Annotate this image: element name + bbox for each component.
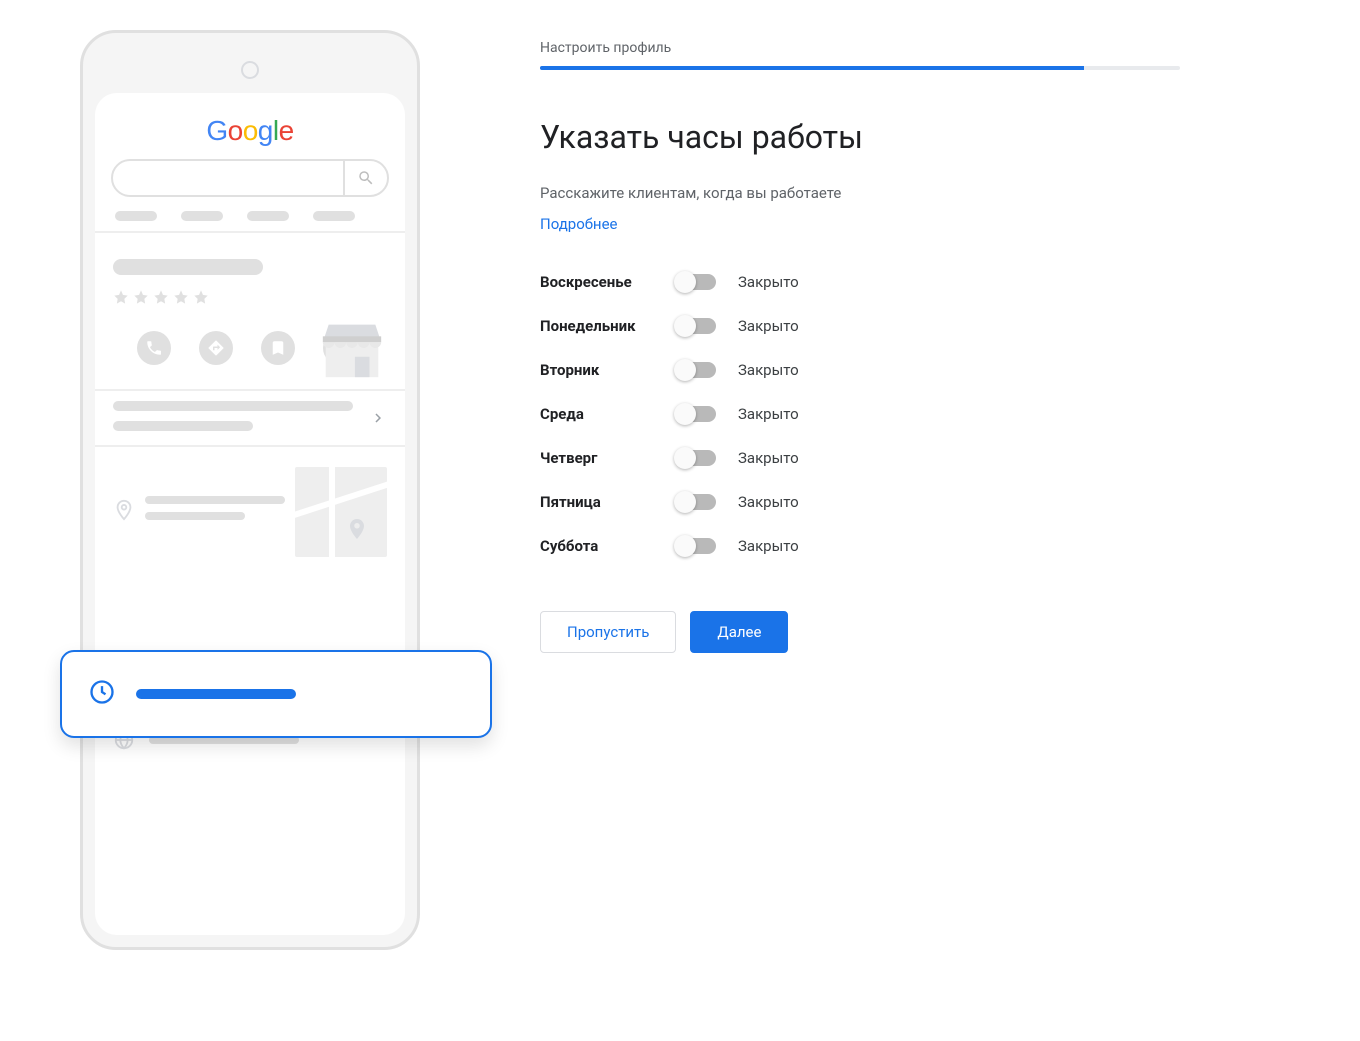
- day-name: Среда: [540, 405, 676, 423]
- day-name: Суббота: [540, 537, 676, 555]
- day-toggle[interactable]: [676, 274, 716, 290]
- address-row-mock: [95, 457, 405, 571]
- minimap-mock: [295, 467, 387, 557]
- day-status: Закрыто: [738, 273, 799, 291]
- day-toggle[interactable]: [676, 450, 716, 466]
- day-row-monday: Понедельник Закрыто: [540, 317, 1180, 335]
- day-status: Закрыто: [738, 537, 799, 555]
- next-button[interactable]: Далее: [690, 611, 788, 653]
- storefront-icon: [317, 313, 387, 387]
- day-row-saturday: Суббота Закрыто: [540, 537, 1180, 555]
- search-box-mock: [111, 159, 389, 197]
- save-icon: [261, 331, 295, 365]
- day-name: Воскресенье: [540, 273, 676, 291]
- chevron-right-icon: [369, 409, 387, 431]
- step-label: Настроить профиль: [540, 40, 1180, 56]
- days-list: Воскресенье Закрыто Понедельник Закрыто …: [540, 273, 1180, 555]
- directions-icon: [199, 331, 233, 365]
- day-status: Закрыто: [738, 317, 799, 335]
- call-icon: [137, 331, 171, 365]
- day-row-friday: Пятница Закрыто: [540, 493, 1180, 511]
- phone-illustration: Google: [60, 30, 440, 950]
- page-title: Указать часы работы: [540, 118, 1180, 156]
- day-toggle[interactable]: [676, 538, 716, 554]
- day-toggle[interactable]: [676, 362, 716, 378]
- button-row: Пропустить Далее: [540, 611, 1180, 653]
- day-name: Вторник: [540, 361, 676, 379]
- day-toggle[interactable]: [676, 406, 716, 422]
- day-name: Пятница: [540, 493, 676, 511]
- learn-more-link[interactable]: Подробнее: [540, 215, 618, 233]
- day-status: Закрыто: [738, 493, 799, 511]
- day-row-thursday: Четверг Закрыто: [540, 449, 1180, 467]
- skip-button[interactable]: Пропустить: [540, 611, 676, 653]
- day-status: Закрыто: [738, 405, 799, 423]
- day-name: Четверг: [540, 449, 676, 467]
- star-rating-mock: [113, 289, 387, 305]
- day-status: Закрыто: [738, 361, 799, 379]
- result-card-mock: [95, 247, 405, 317]
- day-row-sunday: Воскресенье Закрыто: [540, 273, 1180, 291]
- search-icon: [343, 161, 387, 195]
- page-subtitle: Расскажите клиентам, когда вы работаете: [540, 184, 1180, 202]
- day-row-wednesday: Среда Закрыто: [540, 405, 1180, 423]
- progress-bar: [540, 66, 1180, 70]
- day-row-tuesday: Вторник Закрыто: [540, 361, 1180, 379]
- map-marker-icon: [345, 517, 369, 545]
- day-toggle[interactable]: [676, 318, 716, 334]
- progress-fill: [540, 66, 1084, 70]
- map-pin-icon: [113, 499, 135, 525]
- day-status: Закрыто: [738, 449, 799, 467]
- hours-highlight-card: [60, 650, 492, 738]
- tabs-mock: [95, 211, 405, 231]
- day-name: Понедельник: [540, 317, 676, 335]
- google-logo: Google: [95, 93, 405, 159]
- day-toggle[interactable]: [676, 494, 716, 510]
- clock-icon: [88, 678, 116, 710]
